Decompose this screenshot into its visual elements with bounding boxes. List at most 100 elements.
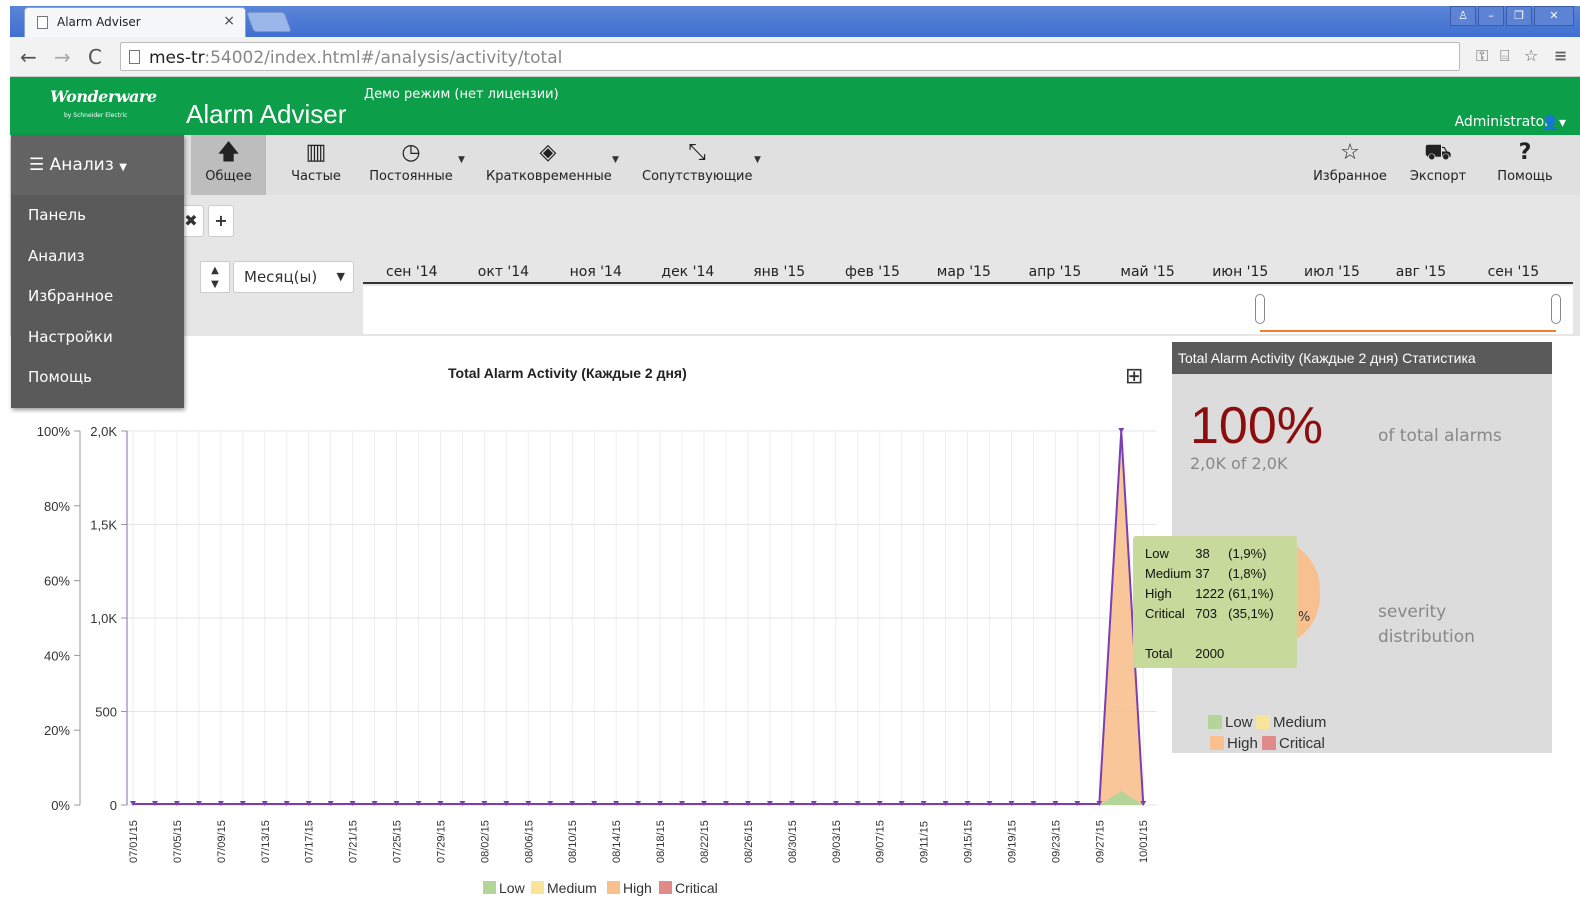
timeline-month-label: май '15 <box>1120 264 1175 280</box>
menu-item-favorites[interactable]: Избранное <box>11 276 184 317</box>
statistics-title: Total Alarm Activity (Каждые 2 дня) Стат… <box>1172 342 1552 374</box>
toolbar-related-button[interactable]: ⤡ Сопутствующие <box>642 135 753 195</box>
bookmark-star-icon[interactable]: ☆ <box>1524 46 1538 65</box>
timeline-month-label: апр '15 <box>1028 264 1082 280</box>
toolbar-chattering-button[interactable]: ◈ Кратковременные <box>486 135 612 195</box>
legend-swatch <box>483 881 496 894</box>
x-tick-label: 08/06/15 <box>523 820 535 863</box>
user-icon[interactable]: ♙ <box>1450 6 1476 26</box>
stats-legend-high: High <box>1210 735 1258 752</box>
toolbar-general-button[interactable]: 🡅 Общее <box>191 135 266 195</box>
toolbar-frequent-button[interactable]: ▥ Частые <box>282 135 350 195</box>
x-tick-label: 08/02/15 <box>479 820 491 863</box>
x-tick-label: 07/25/15 <box>392 820 404 863</box>
x-tick-label: 07/09/15 <box>216 820 228 863</box>
menu-item-settings[interactable]: Настройки <box>11 317 184 358</box>
url-path: :54002/index.html#/analysis/activity/tot… <box>204 48 563 68</box>
export-button[interactable]: ⛟ Экспорт <box>1408 135 1468 195</box>
timeline-selection[interactable] <box>1255 294 1561 332</box>
x-tick-label: 09/19/15 <box>1006 820 1018 863</box>
x-tick-label: 08/18/15 <box>655 820 667 863</box>
y-tick-label-pct: 20% <box>44 723 70 738</box>
menu-toggle[interactable]: ☰ Анализ ▼ <box>11 135 184 195</box>
truck-icon: ⛟ <box>1424 140 1452 165</box>
star-icon: ☆ <box>1340 140 1360 165</box>
menu-item-analysis[interactable]: Анализ <box>11 236 184 277</box>
reload-icon[interactable]: C <box>88 45 102 69</box>
main-menu: ☰ Анализ ▼ Панель Анализ Избранное Настр… <box>11 135 184 408</box>
timeline-navigator[interactable] <box>363 286 1573 334</box>
browser-tab[interactable]: Alarm Adviser × <box>24 7 246 37</box>
total-count: 2,0K of 2,0K <box>1190 454 1288 473</box>
legend-swatch <box>531 881 544 894</box>
x-tick-label: 07/29/15 <box>435 820 447 863</box>
chevron-down-icon[interactable]: ▼ <box>612 155 619 165</box>
question-icon: ? <box>1518 140 1532 165</box>
tooltip-total-row: Total 2000 <box>1145 646 1225 661</box>
y-tick-label: 1,5K <box>90 518 117 533</box>
toolbar-persistent-button[interactable]: ◷ Постоянные <box>366 135 456 195</box>
x-tick-label: 08/10/15 <box>567 820 579 863</box>
maximize-button[interactable]: ❐ <box>1506 6 1532 26</box>
bar-chart-icon: ▥ <box>305 140 327 165</box>
timeline-month-label: авг '15 <box>1395 264 1447 280</box>
close-button[interactable]: ✕ <box>1534 6 1574 26</box>
minimize-button[interactable]: – <box>1478 6 1504 26</box>
page-icon <box>129 50 140 64</box>
forward-icon[interactable]: → <box>54 45 71 69</box>
x-tick-label: 07/05/15 <box>172 820 184 863</box>
y-tick-label-pct: 60% <box>44 574 70 589</box>
pie-label: % <box>1298 610 1311 625</box>
chevron-down-icon: ▼ <box>336 270 345 283</box>
timeline-handle-left[interactable] <box>1255 294 1265 324</box>
x-tick-label: 08/30/15 <box>787 820 799 863</box>
eye-slash-icon: ◈ <box>539 140 557 165</box>
key-icon[interactable]: ⚿ <box>1476 46 1488 66</box>
x-tick-label: 07/17/15 <box>304 820 316 863</box>
activity-chart: 100% 80% 60% 40% 20% 0% 2,0K 1,5K 1,0K 500 0 07/01/… <box>37 424 1157 896</box>
x-tick-label: 09/03/15 <box>831 820 843 863</box>
x-tick-label: 09/23/15 <box>1050 820 1062 863</box>
legend-swatch <box>607 881 620 894</box>
favorites-button[interactable]: ☆ Избранное <box>1312 135 1388 195</box>
severity-distribution-label: severity distribution <box>1378 602 1475 647</box>
tab-title: Alarm Adviser <box>57 15 141 29</box>
menu-item-help[interactable]: Помощь <box>11 357 184 398</box>
tooltip-row: Critical 703 (35,1%) <box>1145 606 1274 621</box>
chrome-menu-icon[interactable]: ≡ <box>1554 46 1567 65</box>
tooltip-row: Medium 37 (1,8%) <box>1145 566 1267 581</box>
legend-label: High <box>623 880 652 896</box>
add-filter-button[interactable]: + <box>208 205 234 237</box>
timeline-month-label: сен '15 <box>1487 264 1540 280</box>
timeline-month-label: июл '15 <box>1304 264 1360 280</box>
chevron-down-icon[interactable]: ▼ <box>754 155 761 165</box>
legend-label: Low <box>499 880 526 896</box>
app-header: Wonderware by Schneider Electric Alarm A… <box>10 77 1580 135</box>
translate-icon[interactable]: ⌸ <box>1500 46 1510 66</box>
url-host: mes-tr <box>149 48 205 68</box>
user-name[interactable]: Administrator <box>1455 114 1550 130</box>
help-button[interactable]: ? Помощь <box>1494 135 1556 195</box>
url-input[interactable]: mes-tr:54002/index.html#/analysis/activi… <box>120 42 1460 71</box>
menu-item-dashboard[interactable]: Панель <box>11 195 184 236</box>
stats-legend-critical: Critical <box>1262 735 1325 752</box>
period-select[interactable]: Месяц(ы) ▼ <box>233 261 354 293</box>
y-tick-label-pct: 40% <box>44 648 70 663</box>
x-tick-label: 09/11/15 <box>919 821 931 863</box>
x-tick-label: 09/15/15 <box>963 820 975 863</box>
user-icon[interactable]: 👤▾ <box>1542 115 1566 131</box>
page-icon <box>37 16 48 29</box>
timeline-handle-right[interactable] <box>1551 294 1561 324</box>
timeline-bar: ▲ ▼ Месяц(ы) ▼ сен '14 окт '14 ноя '14 дек '… <box>10 250 1580 336</box>
legend-label: Critical <box>675 880 718 896</box>
period-stepper[interactable]: ▲ ▼ <box>200 261 230 293</box>
back-icon[interactable]: ← <box>20 45 37 69</box>
wonderware-logo[interactable]: Wonderware by Schneider Electric <box>50 87 157 127</box>
tab-close-icon[interactable]: × <box>223 13 235 29</box>
tooltip-row: High 1222 (61,1%) <box>1145 586 1274 601</box>
y-tick-label-pct: 80% <box>44 499 70 514</box>
chevron-down-icon[interactable]: ▼ <box>458 155 465 165</box>
demo-mode-text: Демо режим (нет лицензии) <box>364 87 559 102</box>
timeline-month-label: ноя '14 <box>569 264 622 280</box>
new-tab-button[interactable] <box>246 12 292 32</box>
